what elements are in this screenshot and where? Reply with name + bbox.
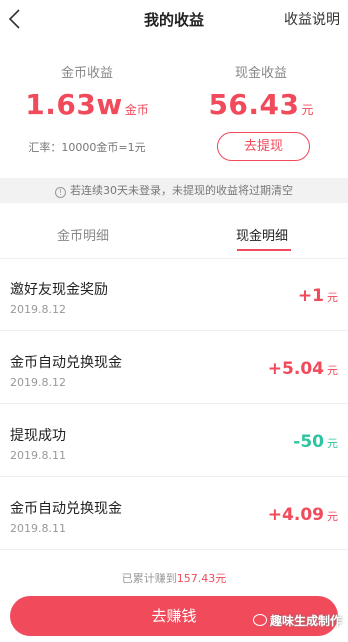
record-amount-unit: 元	[327, 437, 338, 450]
coin-earnings-unit: 金币	[124, 103, 149, 117]
cash-earnings-unit: 元	[301, 103, 314, 117]
record-amount-unit: 元	[327, 364, 338, 377]
watermark-text: 趣味生成制作	[269, 614, 342, 628]
wechat-logo-icon	[252, 614, 267, 626]
record-date: 2019.8.12	[10, 303, 66, 316]
record-amount: -50 元	[293, 432, 338, 452]
cash-earnings-amount: 56.43 元	[174, 88, 348, 121]
record-date: 2019.8.11	[10, 522, 66, 535]
record-amount-value: -50	[293, 432, 324, 452]
total-earned: 已累计赚到157.43元	[0, 570, 348, 586]
record-amount-unit: 元	[327, 510, 338, 523]
watermark: 趣味生成制作	[252, 612, 342, 629]
record-amount-unit: 元	[327, 291, 338, 304]
list-item[interactable]: 金币自动兑换现金 2019.8.12 +5.04 元	[0, 332, 348, 404]
tab-cash-details[interactable]: 现金明细	[236, 225, 288, 244]
record-amount: +4.09 元	[268, 505, 338, 525]
expiry-notice-text: 若连续30天未登录，未提现的收益将过期清空	[70, 184, 293, 197]
record-amount-value: +1	[297, 286, 324, 306]
record-title: 金币自动兑换现金	[10, 501, 122, 517]
top-nav-bar: 我的收益 收益说明	[0, 0, 348, 38]
withdraw-button[interactable]: 去提现	[217, 132, 310, 161]
record-date: 2019.8.12	[10, 376, 66, 389]
record-amount: +1 元	[298, 286, 338, 306]
coin-earnings-amount: 1.63w 金币	[0, 88, 174, 121]
cash-earnings-label: 现金收益	[234, 66, 287, 81]
info-icon: !	[55, 187, 66, 198]
active-tab-indicator	[237, 249, 291, 251]
detail-tabs: 金币明细 现金明细	[0, 203, 348, 259]
list-item[interactable]: 提现成功 2019.8.11 -50 元	[0, 405, 348, 477]
record-date: 2019.8.11	[10, 449, 66, 462]
list-item[interactable]: 邀好友现金奖励 2019.8.12 +1 元	[0, 259, 348, 331]
total-earned-value: 157.43元	[176, 572, 227, 585]
record-title: 提现成功	[10, 428, 66, 444]
earnings-summary: 金币收益 1.63w 金币 汇率：10000金币=1元 现金收益 56.43 元 去…	[0, 38, 348, 178]
record-title: 金币自动兑换现金	[10, 355, 122, 371]
list-item[interactable]: 金币自动兑换现金 2019.8.11 +4.09 元	[0, 478, 348, 550]
record-amount: +5.04 元	[268, 359, 338, 379]
coin-earnings-value: 1.63w	[25, 88, 123, 121]
total-earned-prefix: 已累计赚到	[121, 572, 177, 585]
record-title: 邀好友现金奖励	[10, 282, 108, 298]
cash-earnings-value: 56.43	[208, 88, 300, 121]
exchange-rate: 汇率：10000金币=1元	[28, 141, 146, 154]
record-amount-value: +4.09	[267, 505, 324, 525]
expiry-notice: ! 若连续30天未登录，未提现的收益将过期清空	[0, 178, 348, 203]
tab-coin-details[interactable]: 金币明细	[57, 225, 109, 244]
earnings-info-link[interactable]: 收益说明	[284, 9, 340, 29]
record-amount-value: +5.04	[267, 359, 324, 379]
coin-earnings-label: 金币收益	[60, 66, 113, 81]
